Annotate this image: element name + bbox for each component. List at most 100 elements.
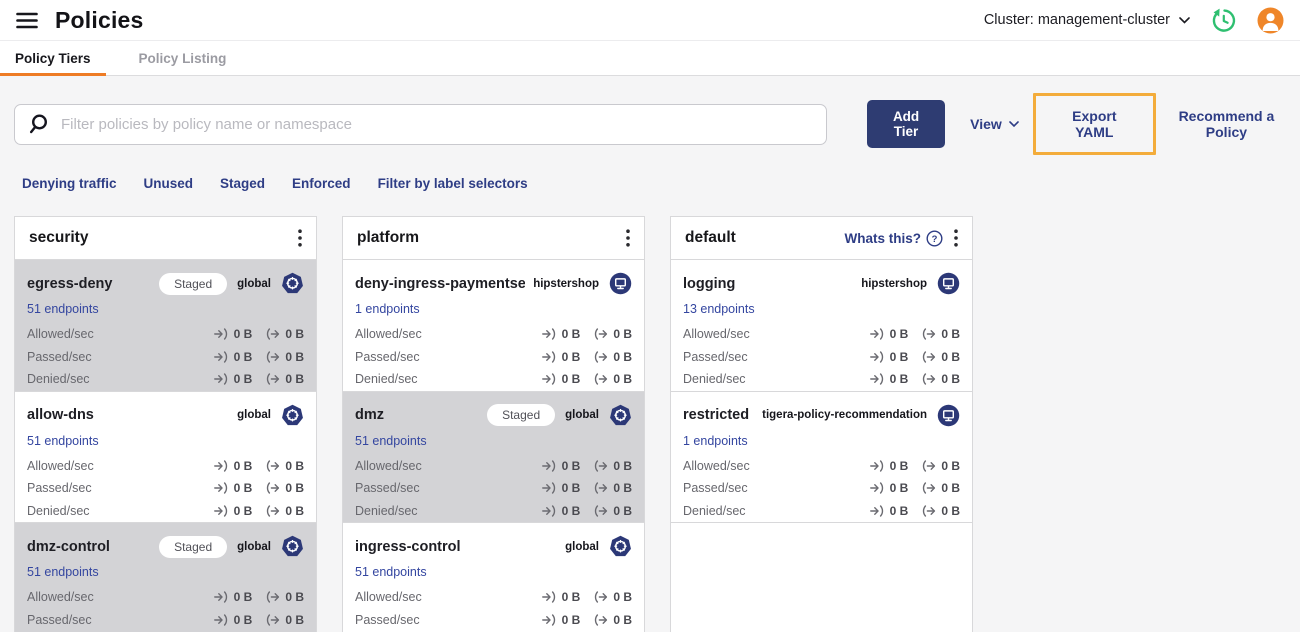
policy-name: restricted <box>683 407 750 423</box>
user-avatar-button[interactable] <box>1257 7 1284 34</box>
ingress-arrow-icon <box>213 351 227 363</box>
ingress-rate-value: 0 B <box>233 612 253 627</box>
ingress-rate-value: 0 B <box>889 349 909 364</box>
tab-policy-tiers[interactable]: Policy Tiers <box>0 41 106 76</box>
policy-card-dmz-control[interactable]: dmz-control Staged global 51 endpoints A… <box>15 523 316 632</box>
hamburger-icon <box>16 12 38 28</box>
namespace-icon <box>937 404 960 427</box>
policy-card-restricted[interactable]: restricted tigera-policy-recommendation … <box>671 391 972 523</box>
endpoints-link[interactable]: 51 endpoints <box>355 434 427 448</box>
endpoints-link[interactable]: 51 endpoints <box>27 434 99 448</box>
egress-rate-value: 0 B <box>285 590 304 605</box>
policy-list: deny-ingress-paymentservi… hipstershop 1… <box>343 260 644 632</box>
egress-rate-value: 0 B <box>613 503 632 518</box>
endpoints-link[interactable]: 13 endpoints <box>683 302 755 316</box>
egress-rate-value: 0 B <box>613 349 632 364</box>
tier-menu-button[interactable] <box>954 229 958 247</box>
policy-card-logging[interactable]: logging hipstershop 13 endpoints Allowed… <box>671 260 972 392</box>
egress-rate: 0 B <box>593 481 632 495</box>
ingress-rate-value: 0 B <box>233 590 253 605</box>
egress-rate-value: 0 B <box>941 327 960 342</box>
egress-rate-value: 0 B <box>285 349 304 364</box>
ingress-rate: 0 B <box>869 372 908 386</box>
whats-this-link[interactable]: Whats this? ? <box>845 229 944 247</box>
ingress-arrow-icon <box>213 482 227 494</box>
policy-name: egress-deny <box>27 275 113 292</box>
metric-label: Allowed/sec <box>27 327 94 342</box>
search-input[interactable] <box>61 115 813 133</box>
policy-scope-label: hipstershop <box>861 277 927 290</box>
filter-link-denying-traffic[interactable]: Denying traffic <box>22 176 117 191</box>
kubernetes-global-icon <box>281 272 304 295</box>
policy-card-dmz[interactable]: dmz Staged global 51 endpoints Allowed/s… <box>343 391 644 523</box>
ingress-rate: 0 B <box>869 481 908 495</box>
tier-column-security: security egress-deny Staged global 51 en… <box>14 216 317 632</box>
tier-name: security <box>29 229 89 246</box>
egress-rate-value: 0 B <box>285 372 304 387</box>
chevron-down-icon <box>1008 120 1019 127</box>
ingress-rate: 0 B <box>213 504 252 518</box>
tier-menu-button[interactable] <box>298 229 302 247</box>
egress-rate-value: 0 B <box>613 327 632 342</box>
ingress-rate: 0 B <box>213 372 252 386</box>
tier-column-platform: platform deny-ingress-paymentservi… hips… <box>342 216 645 632</box>
policy-card-ingress-control[interactable]: ingress-control global 51 endpoints Allo… <box>343 523 644 632</box>
endpoints-link[interactable]: 51 endpoints <box>27 565 99 579</box>
add-tier-button[interactable]: Add Tier <box>867 100 946 148</box>
egress-rate-value: 0 B <box>941 349 960 364</box>
cluster-selector[interactable]: Cluster: management-cluster <box>984 12 1190 28</box>
egress-rate: 0 B <box>265 613 304 627</box>
metric-label: Denied/sec <box>27 372 90 387</box>
tab-policy-listing[interactable]: Policy Listing <box>124 41 242 75</box>
endpoints-link[interactable]: 51 endpoints <box>27 302 99 316</box>
egress-rate: 0 B <box>265 590 304 604</box>
egress-rate-value: 0 B <box>613 590 632 605</box>
kebab-menu-icon <box>954 229 958 247</box>
policy-name: dmz-control <box>27 538 110 555</box>
egress-arrow-icon <box>595 460 608 472</box>
egress-arrow-icon <box>595 614 608 626</box>
history-button[interactable] <box>1210 7 1237 34</box>
tier-header: platform <box>343 217 644 260</box>
kubernetes-global-icon <box>281 535 304 558</box>
egress-rate: 0 B <box>265 350 304 364</box>
egress-arrow-icon <box>923 373 936 385</box>
endpoints-link[interactable]: 51 endpoints <box>355 565 427 579</box>
metric-label: Allowed/sec <box>355 590 422 605</box>
policy-card-deny-ingress-paymentservi[interactable]: deny-ingress-paymentservi… hipstershop 1… <box>343 260 644 392</box>
metric-label: Denied/sec <box>27 503 90 518</box>
staged-badge: Staged <box>487 404 556 426</box>
filter-link-enforced[interactable]: Enforced <box>292 176 351 191</box>
page-title: Policies <box>55 6 144 33</box>
egress-rate: 0 B <box>593 459 632 473</box>
view-button[interactable]: View <box>970 116 1019 132</box>
filter-link-staged[interactable]: Staged <box>220 176 265 191</box>
hamburger-menu-button[interactable] <box>16 12 38 29</box>
recommend-policy-button[interactable]: Recommend a Policy <box>1167 108 1286 140</box>
metric-row: Allowed/sec 0 B 0 B <box>683 323 960 346</box>
policy-card-egress-deny[interactable]: egress-deny Staged global 51 endpoints A… <box>15 260 316 392</box>
egress-arrow-icon <box>267 505 280 517</box>
metric-label: Passed/sec <box>27 481 92 496</box>
ingress-arrow-icon <box>541 351 555 363</box>
egress-arrow-icon <box>595 482 608 494</box>
ingress-rate-value: 0 B <box>561 612 581 627</box>
ingress-arrow-icon <box>541 505 555 517</box>
export-yaml-button[interactable]: Export YAML <box>1058 108 1131 140</box>
endpoints-link[interactable]: 1 endpoints <box>683 434 748 448</box>
tier-menu-button[interactable] <box>626 229 630 247</box>
policy-metrics: Allowed/sec 0 B 0 B Passed/sec 0 B 0 B D… <box>683 323 960 391</box>
egress-rate-value: 0 B <box>613 372 632 387</box>
ingress-arrow-icon <box>541 460 555 472</box>
endpoints-link[interactable]: 1 endpoints <box>355 302 420 316</box>
metric-row: Denied/sec 0 B 0 B <box>683 500 960 523</box>
filter-link-unused[interactable]: Unused <box>144 176 194 191</box>
ingress-rate-value: 0 B <box>889 503 909 518</box>
ingress-rate: 0 B <box>541 590 580 604</box>
tier-name: platform <box>357 229 419 246</box>
egress-rate: 0 B <box>265 327 304 341</box>
policy-metrics: Allowed/sec 0 B 0 B Passed/sec 0 B 0 B D… <box>355 323 632 391</box>
policy-card-allow-dns[interactable]: allow-dns global 51 endpoints Allowed/se… <box>15 391 316 523</box>
filter-link-filter-by-label-selectors[interactable]: Filter by label selectors <box>378 176 528 191</box>
kubernetes-global-icon <box>281 404 304 427</box>
